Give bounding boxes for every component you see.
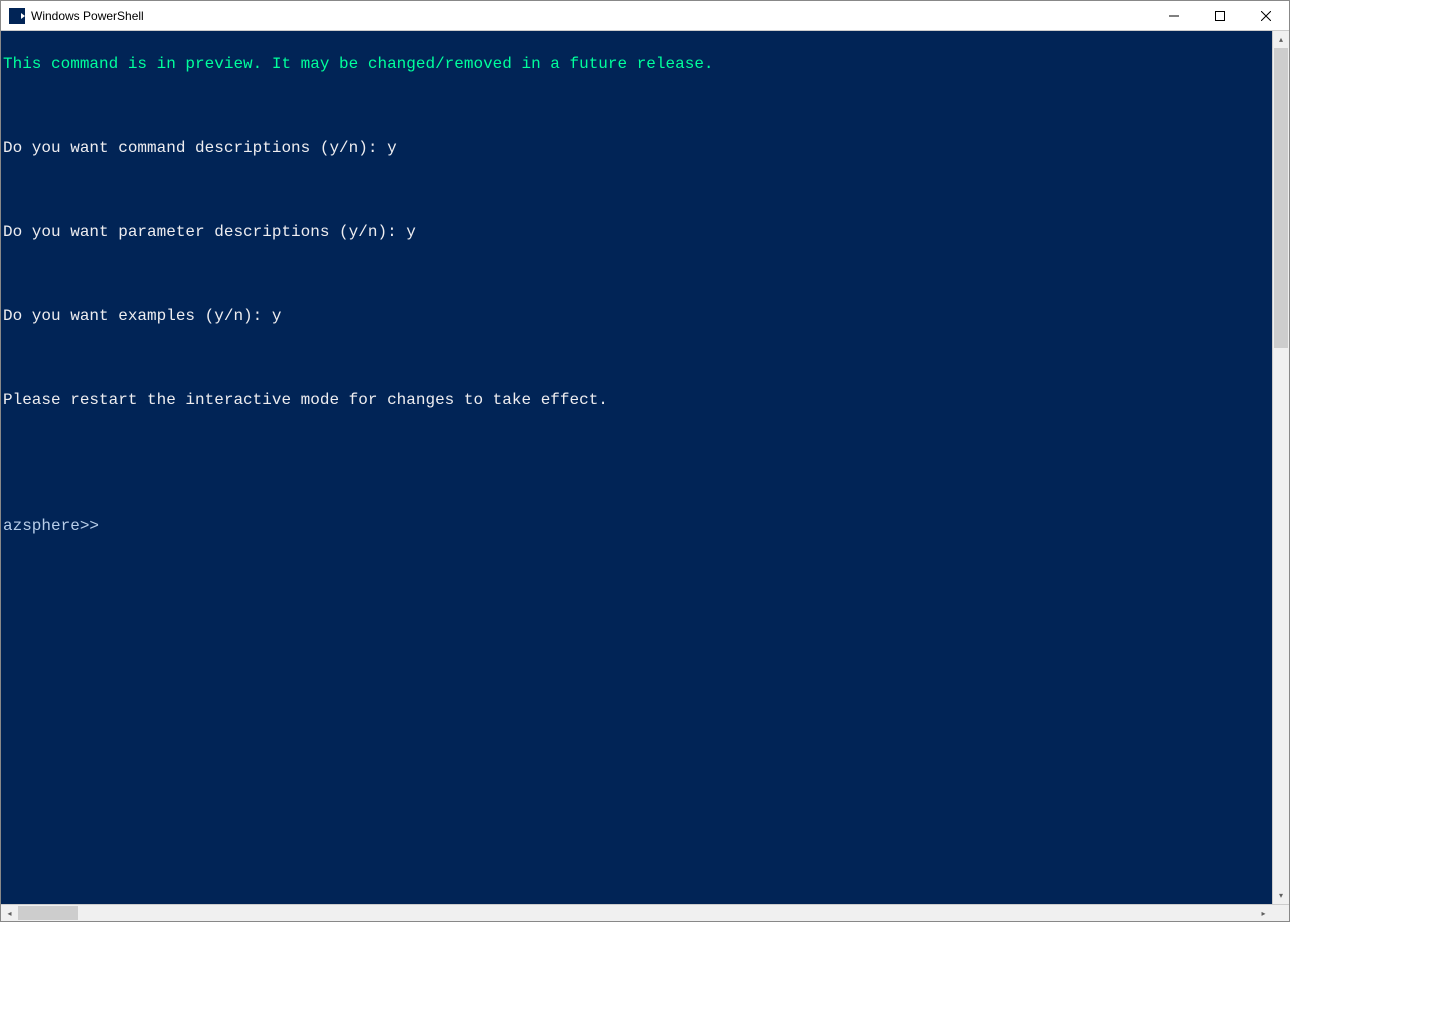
close-button[interactable] — [1243, 1, 1289, 31]
scroll-right-arrow-icon[interactable]: ▸ — [1255, 905, 1272, 922]
minimize-button[interactable] — [1151, 1, 1197, 31]
prompt-line[interactable]: azsphere>> — [3, 516, 1272, 537]
minimize-icon — [1169, 11, 1179, 21]
horizontal-scrollbar[interactable]: ◂ ▸ — [1, 904, 1289, 921]
scroll-up-arrow-icon[interactable]: ▴ — [1273, 31, 1289, 48]
restart-message: Please restart the interactive mode for … — [3, 390, 1272, 411]
close-icon — [1261, 11, 1271, 21]
vertical-scrollbar[interactable]: ▴ ▾ — [1272, 31, 1289, 904]
terminal-wrap: This command is in preview. It may be ch… — [1, 31, 1289, 904]
client-area: This command is in preview. It may be ch… — [1, 31, 1289, 921]
question-cmd-desc: Do you want command descriptions (y/n): … — [3, 138, 1272, 159]
vertical-scroll-thumb[interactable] — [1274, 48, 1288, 348]
question-param-desc: Do you want parameter descriptions (y/n)… — [3, 222, 1272, 243]
maximize-button[interactable] — [1197, 1, 1243, 31]
powershell-window: Windows PowerShell This command is in pr… — [0, 0, 1290, 922]
window-title: Windows PowerShell — [31, 9, 144, 23]
horizontal-scroll-thumb[interactable] — [18, 906, 78, 920]
question-examples: Do you want examples (y/n): y — [3, 306, 1272, 327]
powershell-icon — [9, 8, 25, 24]
preview-notice: This command is in preview. It may be ch… — [3, 54, 1272, 75]
titlebar[interactable]: Windows PowerShell — [1, 1, 1289, 31]
scroll-left-arrow-icon[interactable]: ◂ — [1, 905, 18, 922]
terminal[interactable]: This command is in preview. It may be ch… — [1, 31, 1272, 904]
maximize-icon — [1215, 11, 1225, 21]
scroll-down-arrow-icon[interactable]: ▾ — [1273, 887, 1289, 904]
horizontal-scroll-track[interactable] — [18, 905, 1255, 921]
scrollbar-corner — [1272, 905, 1289, 922]
